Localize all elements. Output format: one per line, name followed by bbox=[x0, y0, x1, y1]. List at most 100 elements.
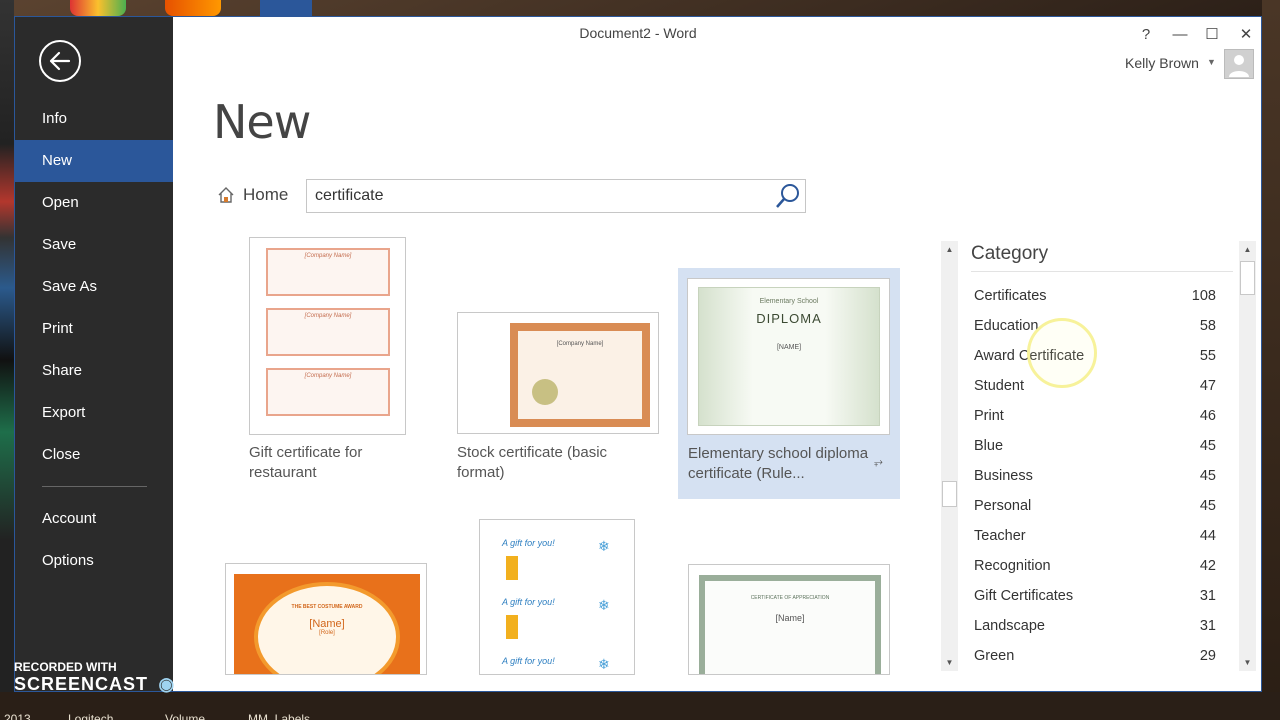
category-item[interactable]: Personal 45 bbox=[971, 492, 1216, 522]
chevron-down-icon[interactable]: ▼ bbox=[1207, 57, 1216, 67]
nav-share[interactable]: Share bbox=[15, 350, 173, 392]
search-button[interactable] bbox=[771, 180, 805, 212]
template-thumbnail: [Company Name] bbox=[457, 312, 659, 434]
user-name[interactable]: Kelly Brown bbox=[1125, 55, 1199, 71]
category-item[interactable]: Student 47 bbox=[971, 372, 1216, 402]
taskbar-item[interactable]: MM_Labels bbox=[248, 712, 310, 720]
seal-icon bbox=[532, 379, 558, 405]
snowflake-icon: ❄ bbox=[598, 656, 610, 672]
nav-divider bbox=[42, 486, 147, 487]
category-count: 45 bbox=[1199, 438, 1216, 454]
back-button[interactable] bbox=[39, 40, 81, 82]
category-item[interactable]: Print 46 bbox=[971, 402, 1216, 432]
thumb-company-text: [Company Name] bbox=[304, 313, 352, 319]
thumb-gift-text: A gift for you! bbox=[502, 656, 555, 666]
category-item[interactable]: Gift Certificates 31 bbox=[971, 582, 1216, 612]
category-item[interactable]: Recognition 42 bbox=[971, 552, 1216, 582]
close-window-button[interactable]: ✕ bbox=[1233, 23, 1259, 45]
category-label: Education bbox=[974, 318, 1039, 334]
nav-export[interactable]: Export bbox=[15, 392, 173, 434]
minimize-button[interactable]: — bbox=[1167, 23, 1193, 45]
nav-save-as[interactable]: Save As bbox=[15, 266, 173, 308]
user-icon bbox=[1229, 55, 1249, 77]
category-count: 108 bbox=[1191, 288, 1216, 304]
nav-open[interactable]: Open bbox=[15, 182, 173, 224]
snowflake-icon: ❄ bbox=[598, 597, 610, 613]
pin-icon[interactable]: ⥅ bbox=[874, 456, 883, 469]
desktop-icons-strip bbox=[0, 0, 14, 720]
snowflake-icon: ❄ bbox=[598, 538, 610, 554]
nav-account[interactable]: Account bbox=[15, 498, 173, 540]
word-taskbar-icon[interactable] bbox=[260, 0, 312, 16]
backstage-nav: Info New Open Save Save As Print Share E… bbox=[15, 17, 173, 691]
category-count: 58 bbox=[1199, 318, 1216, 334]
template-card[interactable]: [Company Name] Stock certificate (basic … bbox=[445, 307, 659, 507]
category-item[interactable]: Landscape 31 bbox=[971, 612, 1216, 642]
watermark-line1: RECORDED WITH bbox=[14, 660, 117, 674]
home-label: Home bbox=[243, 185, 289, 204]
category-scrollbar[interactable]: ▲ ▼ bbox=[1239, 241, 1256, 671]
category-label: Landscape bbox=[974, 618, 1045, 634]
scrollbar-thumb[interactable] bbox=[1240, 261, 1255, 295]
category-label: Green bbox=[974, 648, 1015, 664]
cursor-highlight bbox=[1027, 318, 1097, 388]
template-card-selected[interactable]: Elementary School DIPLOMA [NAME] Element… bbox=[678, 268, 900, 499]
nav-save[interactable]: Save bbox=[15, 224, 173, 266]
category-item[interactable]: Certificates 108 bbox=[971, 282, 1216, 312]
template-card[interactable]: [Company Name] [Company Name] [Company N… bbox=[239, 237, 409, 507]
help-button[interactable]: ? bbox=[1133, 23, 1159, 45]
thumb-costume-name: [Name] bbox=[309, 618, 345, 630]
template-card[interactable]: THE BEST COSTUME AWARD [Name] [Role] bbox=[225, 563, 429, 675]
category-item[interactable]: Teacher 44 bbox=[971, 522, 1216, 552]
screencast-watermark: RECORDED WITH SCREENCAST ◉ MATIC bbox=[14, 660, 240, 695]
template-card[interactable]: A gift for you! A gift for you! A gift f… bbox=[478, 519, 636, 675]
thumb-company-text: [Company Name] bbox=[304, 373, 352, 379]
scrollbar-thumb[interactable] bbox=[942, 481, 957, 507]
thumb-stock-company: [Company Name] bbox=[556, 341, 604, 347]
gift-coupon: [Company Name] bbox=[266, 248, 390, 296]
category-label: Blue bbox=[974, 438, 1004, 454]
nav-options[interactable]: Options bbox=[15, 540, 173, 582]
category-count: 42 bbox=[1199, 558, 1216, 574]
template-card[interactable]: CERTIFICATE OF APPRECIATION [Name] bbox=[687, 564, 891, 675]
nav-print[interactable]: Print bbox=[15, 308, 173, 350]
watermark-line3: MATIC bbox=[179, 674, 241, 694]
chrome-taskbar-icon[interactable] bbox=[70, 0, 126, 16]
nav-new[interactable]: New bbox=[15, 140, 173, 182]
costume-oval: THE BEST COSTUME AWARD [Name] [Role] bbox=[254, 582, 400, 674]
nav-close[interactable]: Close bbox=[15, 434, 173, 476]
stock-inner: [Company Name] bbox=[518, 331, 642, 419]
category-item[interactable]: Business 45 bbox=[971, 462, 1216, 492]
category-count: 29 bbox=[1199, 648, 1216, 664]
avatar[interactable] bbox=[1224, 49, 1254, 79]
category-count: 47 bbox=[1199, 378, 1216, 394]
taskbar-item[interactable]: 2013 bbox=[4, 712, 31, 720]
nav-info[interactable]: Info bbox=[15, 98, 173, 140]
costume-border: THE BEST COSTUME AWARD [Name] [Role] bbox=[234, 574, 420, 674]
thumb-name-text: [NAME] bbox=[776, 344, 802, 351]
window-title: Document2 - Word bbox=[579, 25, 697, 41]
search-icon bbox=[776, 184, 799, 208]
record-icon: ◉ bbox=[158, 674, 176, 694]
category-item[interactable]: Green 29 bbox=[971, 642, 1216, 672]
taskbar-item[interactable]: Logitech bbox=[68, 712, 113, 720]
maximize-button[interactable]: ☐ bbox=[1199, 23, 1225, 45]
scroll-down-icon[interactable]: ▼ bbox=[1239, 654, 1256, 671]
search-input[interactable] bbox=[307, 180, 767, 212]
templates-scrollbar[interactable]: ▲ ▼ bbox=[941, 241, 958, 671]
taskbar-item[interactable]: Volume bbox=[165, 712, 205, 720]
firefox-taskbar-icon[interactable] bbox=[165, 0, 221, 16]
home-link[interactable]: Home bbox=[217, 185, 288, 205]
thumb-costume-title: THE BEST COSTUME AWARD bbox=[291, 604, 363, 610]
category-count: 44 bbox=[1199, 528, 1216, 544]
template-name: Gift certificate for restaurant bbox=[249, 444, 363, 481]
category-count: 55 bbox=[1199, 348, 1216, 364]
scroll-down-icon[interactable]: ▼ bbox=[941, 654, 958, 671]
scroll-up-icon[interactable]: ▲ bbox=[941, 241, 958, 258]
thumb-school-text: Elementary School bbox=[759, 298, 819, 305]
scroll-up-icon[interactable]: ▲ bbox=[1239, 241, 1256, 258]
category-label: Teacher bbox=[974, 528, 1026, 544]
category-count: 45 bbox=[1199, 468, 1216, 484]
page-title: New bbox=[213, 95, 311, 149]
category-item[interactable]: Blue 45 bbox=[971, 432, 1216, 462]
